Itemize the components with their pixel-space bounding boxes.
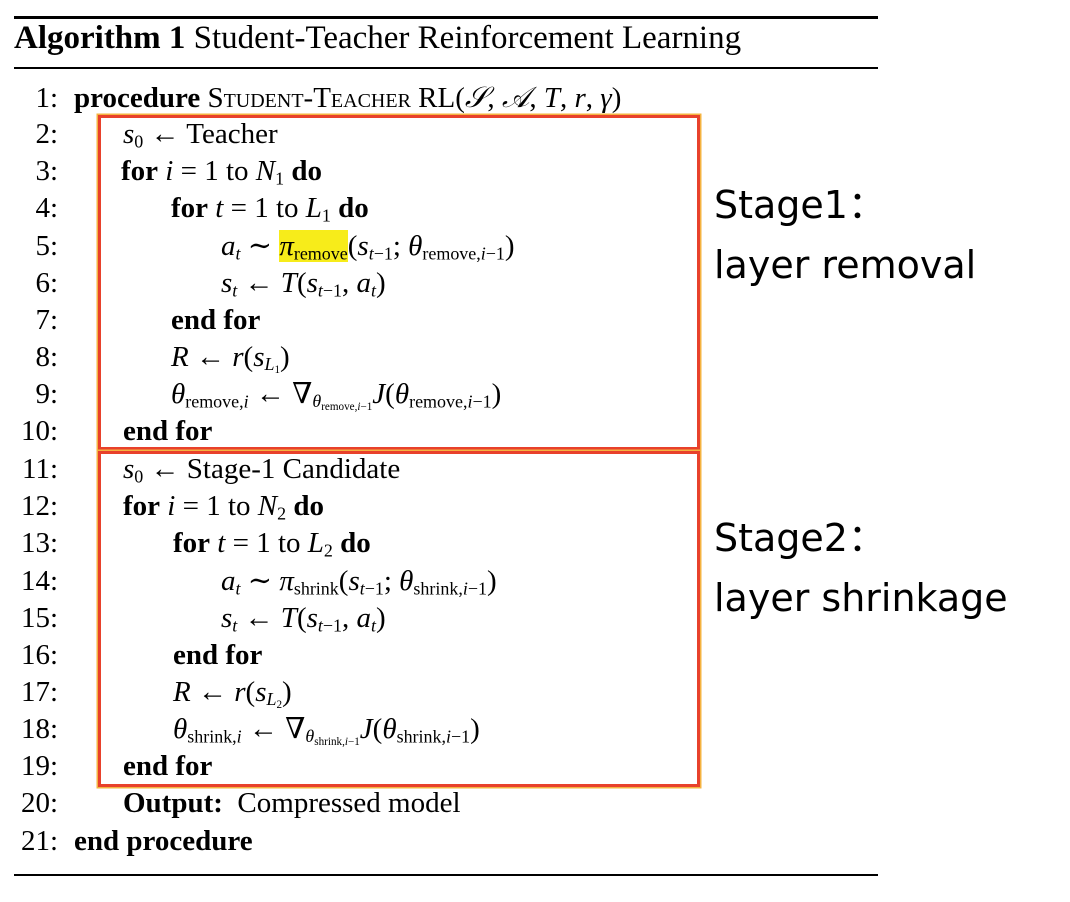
keyword: end for <box>173 639 263 671</box>
line-number: 6: <box>35 267 58 299</box>
line-number: 21: <box>20 825 58 857</box>
stage1-title: Stage1： <box>714 183 886 227</box>
stage2-annotation: Stage2： layer shrinkage <box>714 508 1008 628</box>
line-number: 20: <box>20 787 58 819</box>
keyword: do <box>338 192 369 224</box>
line-number: 14: <box>20 565 58 597</box>
keyword: for <box>123 490 161 522</box>
keyword: for <box>121 155 159 187</box>
pi-remove-highlight: πremove <box>279 230 348 264</box>
to-text: to <box>275 192 299 224</box>
line-number: 3: <box>35 155 58 187</box>
line-number: 4: <box>35 192 58 224</box>
keyword: for <box>171 192 209 224</box>
bottom-rule <box>14 874 878 876</box>
to-text: to <box>277 527 301 559</box>
keyword: do <box>293 490 324 522</box>
stage1-annotation: Stage1： layer removal <box>714 175 976 295</box>
stage2-description: layer shrinkage <box>714 576 1008 620</box>
line-number: 13: <box>20 527 58 559</box>
line-number: 1: <box>35 82 58 114</box>
top-rule <box>14 16 878 19</box>
line-number: 15: <box>20 602 58 634</box>
line-number: 18: <box>20 713 58 745</box>
line-number: 2: <box>35 118 58 150</box>
line-number: 19: <box>20 750 58 782</box>
keyword: end for <box>123 415 213 447</box>
line-number: 17: <box>20 676 58 708</box>
to-text: to <box>227 490 251 522</box>
keyword: end for <box>123 750 213 782</box>
line-number: 9: <box>35 378 58 410</box>
line-number: 8: <box>35 341 58 373</box>
line-number: 11: <box>22 453 58 485</box>
keyword: do <box>340 527 371 559</box>
title-rule <box>14 67 878 69</box>
keyword: end for <box>171 304 261 336</box>
keyword: for <box>173 527 211 559</box>
line-number: 12: <box>20 490 58 522</box>
line-number: 7: <box>35 304 58 336</box>
output-label: Output: <box>123 787 223 819</box>
line-number: 16: <box>20 639 58 671</box>
stage2-title: Stage2： <box>714 516 886 560</box>
to-text: to <box>225 155 249 187</box>
procedure-name: Student-Teacher RL <box>207 82 456 114</box>
line-number: 5: <box>35 230 58 262</box>
algorithm-caption: Algorithm 1 Student-Teacher Reinforcemen… <box>14 20 741 57</box>
algorithm-number: Algorithm 1 <box>14 20 186 56</box>
keyword: procedure <box>74 82 201 114</box>
keyword: end procedure <box>74 825 253 857</box>
line-number: 10: <box>20 415 58 447</box>
teacher-text: Teacher <box>186 118 278 150</box>
output-value: Compressed model <box>237 787 461 819</box>
algorithm-title: Student-Teacher Reinforcement Learning <box>193 20 742 56</box>
stage1-description: layer removal <box>714 243 977 287</box>
keyword: do <box>291 155 322 187</box>
stage1-candidate-text: Stage-1 Candidate <box>186 453 401 485</box>
